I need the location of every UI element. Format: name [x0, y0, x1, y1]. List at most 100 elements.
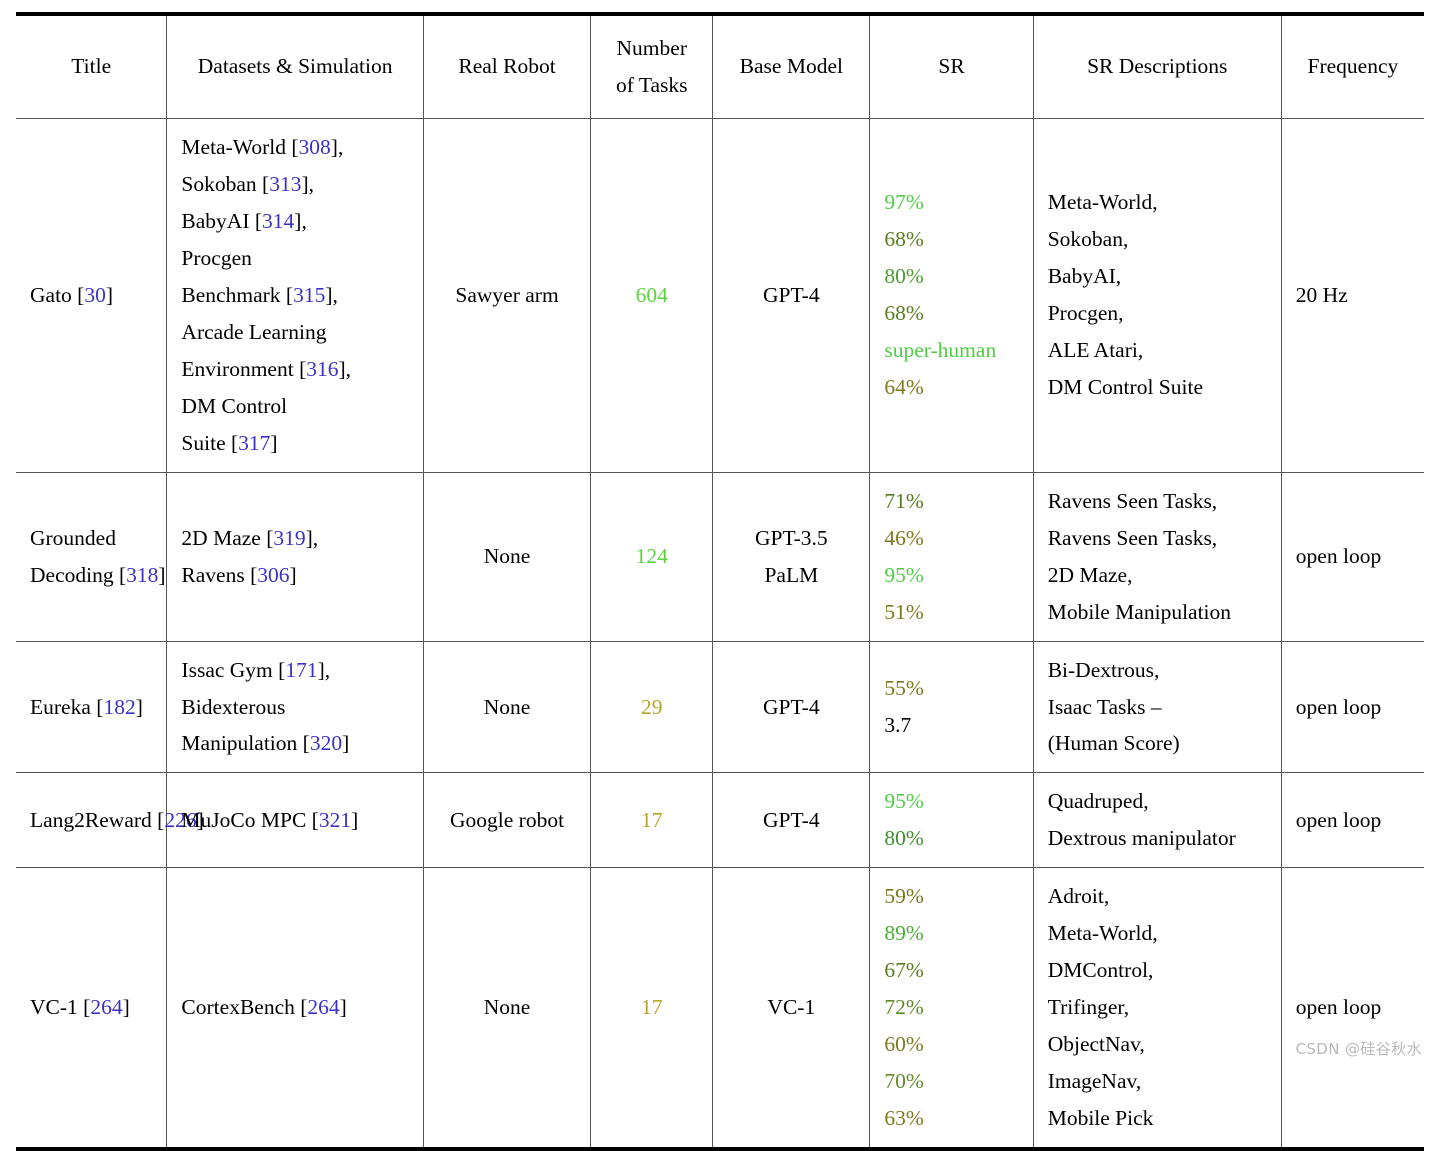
citation-reference[interactable]: 317: [238, 431, 270, 455]
citation-reference[interactable]: 314: [262, 209, 294, 233]
citation-reference[interactable]: 320: [310, 731, 342, 755]
cell-title: Lang2Reward [226]: [16, 772, 204, 869]
text-line: Meta-World [308],: [181, 134, 344, 159]
citation-reference[interactable]: 264: [90, 995, 122, 1019]
column-header-sr: SR: [869, 11, 1034, 119]
sr-value: 95%: [884, 789, 924, 814]
sr-description-line: Procgen,: [1047, 301, 1124, 326]
text-line: DM Control: [181, 393, 288, 418]
citation-reference[interactable]: 319: [273, 526, 305, 550]
sr-value: 71%: [884, 488, 924, 513]
sr-description-line: Sokoban,: [1047, 227, 1129, 252]
sr-description-line: 2D Maze,: [1047, 562, 1133, 587]
sr-value: 68%: [884, 301, 924, 326]
base-model-line: GPT-3.5: [754, 525, 828, 550]
cell-sr: 95% 80%: [869, 772, 1034, 869]
base-model-line: GPT-4: [763, 282, 820, 307]
cell-sr-descriptions: Ravens Seen Tasks, Ravens Seen Tasks, 2D M…: [1032, 471, 1282, 642]
column-header-frequency: Frequency: [1280, 11, 1424, 119]
cell-title: Grounded Decoding [318]: [16, 471, 168, 642]
cell-base-model: GPT-4: [712, 117, 871, 473]
column-header-sr-descriptions: SR Descriptions: [1032, 11, 1282, 119]
cell-base-model: VC-1: [712, 867, 871, 1151]
sr-description-line: BabyAI,: [1047, 264, 1122, 289]
citation-reference[interactable]: 315: [293, 283, 325, 307]
table-row: Eureka [182] Issac Gym [171], Bidexterous M…: [16, 640, 1424, 774]
cell-datasets-simulation: Meta-World [308], Sokoban [313], BabyAI [3…: [166, 117, 424, 473]
text-line: Procgen: [181, 245, 252, 270]
cell-number-of-tasks: 604: [590, 117, 714, 473]
sr-description-line: Meta-World,: [1047, 190, 1158, 215]
cell-base-model: GPT-4: [712, 772, 871, 869]
text-line: 2D Maze [319],: [181, 525, 319, 550]
text-line: BabyAI [314],: [181, 208, 307, 233]
sr-description-line: Mobile Pick: [1047, 1106, 1154, 1131]
cell-datasets-simulation: MuJoCo MPC [321]: [166, 772, 424, 869]
text-line: Issac Gym [171],: [181, 657, 331, 682]
sr-value: 95%: [884, 562, 924, 587]
sr-description-line: ObjectNav,: [1047, 1032, 1145, 1057]
cell-sr-descriptions: Meta-World, Sokoban, BabyAI, Procgen, ALE At…: [1032, 117, 1282, 473]
table-row: Lang2Reward [226] MuJoCo MPC [321] Google …: [16, 772, 1424, 869]
header-row: Title Datasets & Simulation Real Robot N…: [16, 11, 1424, 119]
citation-reference[interactable]: 182: [103, 695, 135, 719]
sr-value: 68%: [884, 227, 924, 252]
table-row: VC-1 [264] CortexBench [264] None 17 VC-1 59%…: [16, 867, 1424, 1151]
column-header-title: Title: [16, 11, 168, 119]
citation-reference[interactable]: 321: [319, 808, 351, 832]
sr-value: 64%: [884, 375, 924, 400]
sr-description-line: ImageNav,: [1047, 1069, 1142, 1094]
cell-sr: 55% 3.7: [869, 640, 1034, 774]
text-line: Decoding [318]: [30, 562, 166, 587]
sr-value: 63%: [884, 1106, 924, 1131]
sr-description-line: Adroit,: [1047, 884, 1110, 909]
text-line: Arcade Learning: [181, 319, 327, 344]
sr-value: 70%: [884, 1069, 924, 1094]
text-line: Benchmark [315],: [181, 282, 338, 307]
table-body: Gato [30] Meta-World [308], Sokoban [313],…: [16, 117, 1424, 1151]
text-line: Environment [316],: [181, 356, 352, 381]
number-of-tasks-value: 124: [635, 544, 668, 569]
text-line: Eureka [182]: [30, 694, 143, 719]
sr-description-line: ALE Atari,: [1047, 338, 1144, 363]
table-row: Gato [30] Meta-World [308], Sokoban [313],…: [16, 117, 1424, 473]
base-model-line: GPT-4: [763, 807, 820, 832]
sr-value: 60%: [884, 1032, 924, 1057]
citation-reference[interactable]: 308: [299, 135, 331, 159]
cell-sr: 59% 89% 67% 72% 60% 70% 63%: [869, 867, 1034, 1151]
cell-sr: 97% 68% 80% 68% super-human 64%: [869, 117, 1034, 473]
text-line: CortexBench [264]: [181, 995, 347, 1020]
sr-description-line: Dextrous manipulator: [1047, 826, 1236, 851]
column-header-base-model: Base Model: [712, 11, 871, 119]
sr-description-line: Quadruped,: [1047, 789, 1149, 814]
number-of-tasks-value: 17: [641, 995, 663, 1020]
cell-number-of-tasks: 17: [590, 772, 714, 869]
citation-reference[interactable]: 316: [306, 357, 338, 381]
citation-reference[interactable]: 171: [285, 658, 317, 682]
cell-number-of-tasks: 17: [590, 867, 714, 1151]
citation-reference[interactable]: 306: [257, 563, 289, 587]
cell-real-robot: Sawyer arm: [422, 117, 592, 473]
citation-reference[interactable]: 264: [307, 995, 339, 1019]
sr-description-line: DMControl,: [1047, 958, 1154, 983]
sr-value: 3.7: [884, 712, 912, 737]
citation-reference[interactable]: 313: [269, 172, 301, 196]
cell-title: Gato [30]: [16, 117, 168, 473]
sr-value: 67%: [884, 958, 924, 983]
cell-sr-descriptions: Adroit, Meta-World, DMControl, Trifinger, Ob…: [1032, 867, 1282, 1151]
cell-number-of-tasks: 29: [590, 640, 714, 774]
cell-frequency: open loop: [1280, 471, 1424, 642]
sr-description-line: Isaac Tasks –: [1047, 694, 1162, 719]
citation-reference[interactable]: 30: [84, 283, 106, 307]
text-line: Sokoban [313],: [181, 171, 315, 196]
sr-description-line: Meta-World,: [1047, 921, 1158, 946]
sr-value: 97%: [884, 190, 924, 215]
sr-value: super-human: [884, 338, 997, 363]
cell-base-model: GPT-3.5 PaLM: [712, 471, 871, 642]
citation-reference[interactable]: 318: [126, 563, 158, 587]
sr-value: 89%: [884, 921, 924, 946]
cell-real-robot: Google robot: [422, 772, 592, 869]
cell-base-model: GPT-4: [712, 640, 871, 774]
robotics-survey-table: Title Datasets & Simulation Real Robot N…: [16, 11, 1424, 1151]
column-header-number-of-tasks-line1: Number: [616, 36, 687, 60]
